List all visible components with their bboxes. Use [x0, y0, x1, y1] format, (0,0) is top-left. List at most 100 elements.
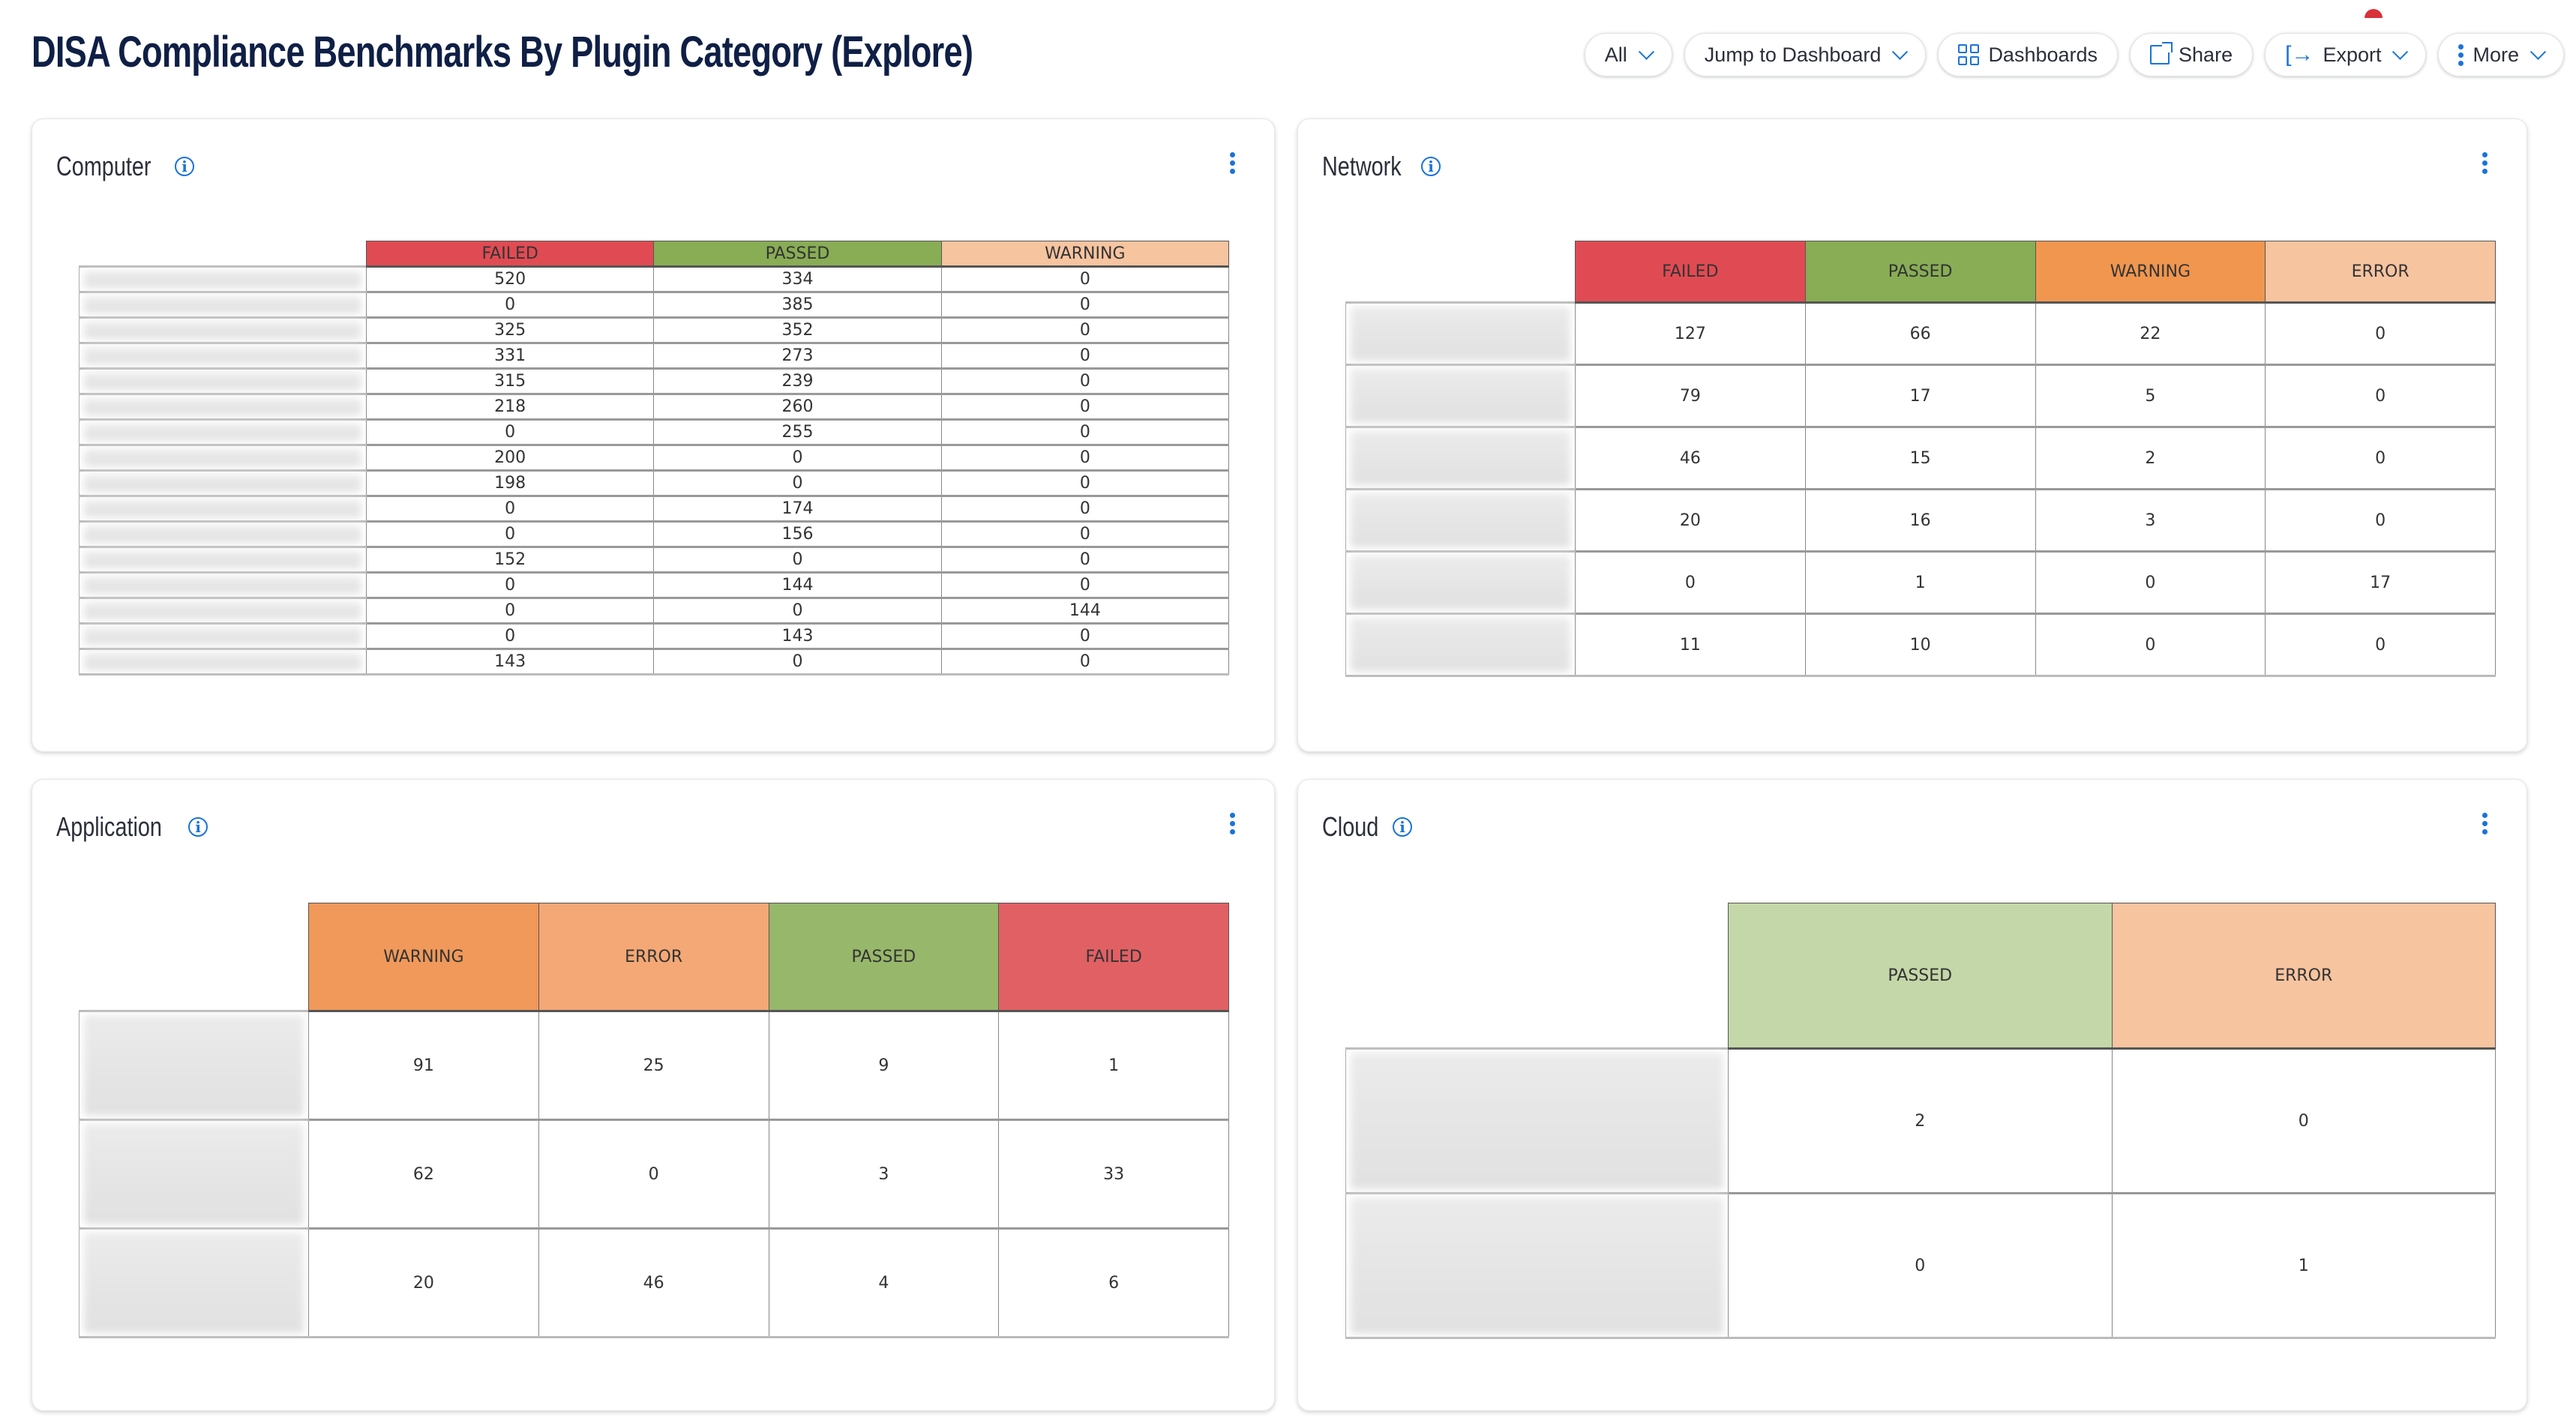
more-dropdown[interactable]: More — [2438, 33, 2564, 76]
value-cell[interactable]: 79 — [1575, 364, 1806, 427]
value-cell[interactable]: 0 — [1728, 1192, 2113, 1339]
info-icon[interactable]: i — [1393, 817, 1413, 837]
value-cell[interactable]: 334 — [653, 265, 942, 292]
value-cell[interactable]: 2 — [2035, 426, 2266, 490]
jump-to-dashboard-dropdown[interactable]: Jump to Dashboard — [1684, 33, 1927, 76]
value-cell[interactable]: 273 — [653, 342, 942, 369]
value-cell[interactable]: 0 — [940, 444, 1230, 471]
value-cell[interactable]: 1 — [998, 1010, 1229, 1120]
column-header-error[interactable]: ERROR — [2265, 241, 2496, 304]
value-cell[interactable]: 0 — [940, 571, 1230, 598]
info-icon[interactable]: i — [1421, 157, 1441, 176]
share-button[interactable]: Share — [2130, 33, 2254, 76]
value-cell[interactable]: 144 — [653, 571, 942, 598]
value-cell[interactable]: 0 — [1575, 550, 1806, 614]
value-cell[interactable]: 6 — [998, 1227, 1229, 1338]
value-cell[interactable]: 9 — [768, 1010, 1000, 1120]
value-cell[interactable]: 17 — [2265, 550, 2496, 614]
value-cell[interactable]: 5 — [2035, 364, 2266, 427]
value-cell[interactable]: 0 — [2265, 426, 2496, 490]
value-cell[interactable]: 260 — [653, 393, 942, 420]
panel-menu-button[interactable] — [1230, 152, 1235, 174]
dashboards-button[interactable]: Dashboards — [1938, 33, 2119, 76]
value-cell[interactable]: 0 — [365, 597, 655, 624]
value-cell[interactable]: 152 — [365, 546, 655, 573]
value-cell[interactable]: 0 — [2111, 1047, 2496, 1194]
value-cell[interactable]: 352 — [653, 316, 942, 343]
value-cell[interactable]: 3 — [2035, 488, 2266, 552]
value-cell[interactable]: 0 — [940, 546, 1230, 573]
value-cell[interactable]: 144 — [940, 597, 1230, 624]
value-cell[interactable]: 0 — [940, 495, 1230, 522]
value-cell[interactable]: 66 — [1804, 301, 2036, 365]
value-cell[interactable]: 20 — [1575, 488, 1806, 552]
value-cell[interactable]: 315 — [365, 367, 655, 394]
column-header-passed[interactable]: PASSED — [653, 241, 942, 268]
column-header-warning[interactable]: WARNING — [308, 903, 539, 1012]
value-cell[interactable]: 0 — [2265, 613, 2496, 677]
value-cell[interactable]: 20 — [308, 1227, 539, 1338]
value-cell[interactable]: 1 — [2111, 1192, 2496, 1339]
value-cell[interactable]: 0 — [365, 495, 655, 522]
value-cell[interactable]: 46 — [1575, 426, 1806, 490]
value-cell[interactable]: 46 — [538, 1227, 769, 1338]
value-cell[interactable]: 255 — [653, 418, 942, 445]
panel-menu-button[interactable] — [2482, 152, 2488, 174]
value-cell[interactable]: 17 — [1804, 364, 2036, 427]
value-cell[interactable]: 0 — [940, 367, 1230, 394]
value-cell[interactable]: 0 — [653, 648, 942, 676]
value-cell[interactable]: 520 — [365, 265, 655, 292]
value-cell[interactable]: 4 — [768, 1227, 1000, 1338]
column-header-warning[interactable]: WARNING — [940, 241, 1230, 268]
column-header-warning[interactable]: WARNING — [2035, 241, 2266, 304]
value-cell[interactable]: 143 — [653, 622, 942, 649]
panel-menu-button[interactable] — [2482, 813, 2488, 834]
column-header-failed[interactable]: FAILED — [1575, 241, 1806, 304]
value-cell[interactable]: 91 — [308, 1010, 539, 1120]
filter-all-dropdown[interactable]: All — [1584, 33, 1672, 76]
column-header-failed[interactable]: FAILED — [365, 241, 655, 268]
value-cell[interactable]: 385 — [653, 291, 942, 318]
value-cell[interactable]: 127 — [1575, 301, 1806, 365]
value-cell[interactable]: 15 — [1804, 426, 2036, 490]
value-cell[interactable]: 16 — [1804, 488, 2036, 552]
value-cell[interactable]: 239 — [653, 367, 942, 394]
value-cell[interactable]: 62 — [308, 1119, 539, 1229]
column-header-passed[interactable]: PASSED — [1804, 241, 2036, 304]
value-cell[interactable]: 1 — [1804, 550, 2036, 614]
value-cell[interactable]: 0 — [940, 520, 1230, 547]
value-cell[interactable]: 156 — [653, 520, 942, 547]
value-cell[interactable]: 331 — [365, 342, 655, 369]
value-cell[interactable]: 0 — [653, 469, 942, 496]
value-cell[interactable]: 0 — [940, 291, 1230, 318]
value-cell[interactable]: 218 — [365, 393, 655, 420]
value-cell[interactable]: 0 — [653, 546, 942, 573]
value-cell[interactable]: 0 — [653, 597, 942, 624]
value-cell[interactable]: 325 — [365, 316, 655, 343]
export-dropdown[interactable]: [→ Export — [2265, 33, 2427, 76]
value-cell[interactable]: 2 — [1728, 1047, 2113, 1194]
panel-menu-button[interactable] — [1230, 813, 1235, 834]
value-cell[interactable]: 0 — [940, 418, 1230, 445]
value-cell[interactable]: 33 — [998, 1119, 1229, 1229]
value-cell[interactable]: 0 — [538, 1119, 769, 1229]
value-cell[interactable]: 0 — [940, 265, 1230, 292]
value-cell[interactable]: 174 — [653, 495, 942, 522]
column-header-failed[interactable]: FAILED — [998, 903, 1229, 1012]
value-cell[interactable]: 0 — [365, 291, 655, 318]
value-cell[interactable]: 198 — [365, 469, 655, 496]
value-cell[interactable]: 0 — [2265, 364, 2496, 427]
value-cell[interactable]: 0 — [940, 648, 1230, 676]
value-cell[interactable]: 22 — [2035, 301, 2266, 365]
value-cell[interactable]: 143 — [365, 648, 655, 676]
column-header-error[interactable]: ERROR — [538, 903, 769, 1012]
value-cell[interactable]: 0 — [2265, 488, 2496, 552]
value-cell[interactable]: 0 — [940, 393, 1230, 420]
value-cell[interactable]: 0 — [940, 469, 1230, 496]
value-cell[interactable]: 0 — [2035, 613, 2266, 677]
column-header-passed[interactable]: PASSED — [768, 903, 1000, 1012]
value-cell[interactable]: 0 — [365, 571, 655, 598]
value-cell[interactable]: 200 — [365, 444, 655, 471]
value-cell[interactable]: 0 — [2035, 550, 2266, 614]
value-cell[interactable]: 3 — [768, 1119, 1000, 1229]
